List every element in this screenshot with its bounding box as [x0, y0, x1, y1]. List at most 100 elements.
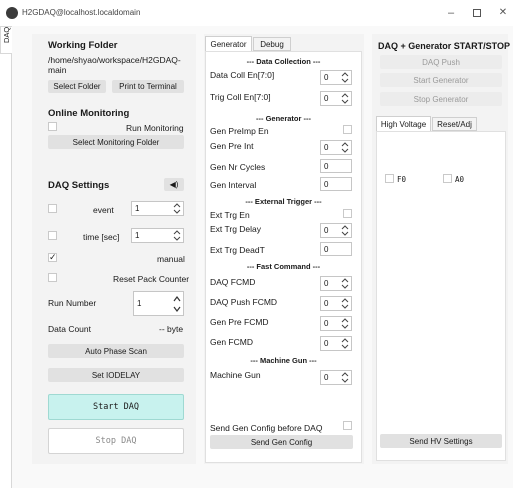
auto-phase-scan-button[interactable]: Auto Phase Scan	[48, 344, 184, 358]
data-coll-en-label: Data Coll En[7:0]	[210, 70, 275, 80]
spin-arrows-icon[interactable]	[173, 229, 181, 241]
speaker-icon: ◀)	[169, 180, 179, 189]
a0-checkbox[interactable]	[443, 174, 452, 183]
run-monitoring-checkbox[interactable]	[48, 122, 57, 131]
online-monitoring-title: Online Monitoring	[48, 108, 130, 119]
gen-interval-field[interactable]: 0	[320, 177, 352, 191]
daq-fcmd-value: 0	[324, 279, 329, 288]
reset-pack-counter-checkbox[interactable]	[48, 273, 57, 282]
right-panel-title: DAQ + Generator START/STOP	[378, 41, 510, 51]
side-tab-strip	[0, 26, 12, 488]
select-monitoring-folder-button[interactable]: Select Monitoring Folder	[48, 135, 184, 149]
select-folder-button[interactable]: Select Folder	[48, 80, 106, 93]
working-folder-title: Working Folder	[48, 40, 118, 51]
tab-reset-adj[interactable]: Reset/Adj	[432, 117, 477, 131]
send-gen-config-button[interactable]: Send Gen Config	[210, 435, 353, 449]
ext-trg-deadt-field[interactable]: 0	[320, 242, 352, 256]
close-icon[interactable]: ✕	[496, 6, 510, 20]
ext-trg-delay-label: Ext Trg Delay	[210, 224, 262, 234]
spin-arrows-icon[interactable]	[341, 224, 349, 236]
section-fast-command: --- Fast Command ---	[246, 262, 321, 271]
gen-nr-cycles-field[interactable]: 0	[320, 159, 352, 173]
manual-checkbox[interactable]	[48, 252, 57, 263]
gen-pre-fcmd-value: 0	[324, 319, 329, 328]
spin-arrows-icon[interactable]	[173, 295, 181, 313]
time-checkbox[interactable]	[48, 231, 57, 240]
reset-pack-counter-label: Reset Pack Counter	[113, 274, 190, 284]
daq-fcmd-spinbox[interactable]: 0	[320, 276, 352, 291]
daq-settings-title: DAQ Settings	[48, 180, 110, 191]
gen-preimp-en-label: Gen PreImp En	[210, 126, 269, 136]
f0-checkbox[interactable]	[385, 174, 394, 183]
send-gen-config-before-daq-label: Send Gen Config before DAQ	[210, 423, 323, 433]
event-value: 1	[135, 204, 140, 213]
gen-pre-fcmd-label: Gen Pre FCMD	[210, 317, 269, 327]
spin-arrows-icon[interactable]	[341, 71, 349, 83]
spin-arrows-icon[interactable]	[341, 317, 349, 329]
data-count-value: -- byte	[159, 324, 184, 334]
tab-high-voltage[interactable]: High Voltage	[376, 116, 431, 131]
daq-fcmd-label: DAQ FCMD	[210, 277, 256, 287]
generator-tab-content	[205, 51, 362, 463]
machine-gun-label: Machine Gun	[210, 370, 261, 380]
daq-push-button[interactable]: DAQ Push	[380, 55, 502, 69]
event-label: event	[93, 205, 114, 215]
spin-arrows-icon[interactable]	[341, 297, 349, 309]
section-generator: --- Generator ---	[256, 114, 311, 123]
spin-arrows-icon[interactable]	[173, 202, 181, 214]
app-icon	[6, 7, 18, 19]
spin-arrows-icon[interactable]	[341, 337, 349, 349]
time-spinbox[interactable]: 1	[131, 228, 184, 243]
ext-trg-en-label: Ext Trg En	[210, 210, 250, 220]
trig-coll-en-value: 0	[324, 94, 329, 103]
minimize-icon[interactable]: –	[444, 7, 458, 19]
a0-label: A0	[455, 175, 465, 184]
tab-debug[interactable]: Debug	[253, 37, 291, 51]
set-iodelay-button[interactable]: Set IODELAY	[48, 368, 184, 382]
machine-gun-spinbox[interactable]: 0	[320, 370, 352, 385]
machine-gun-value: 0	[324, 373, 329, 382]
time-label: time [sec]	[83, 232, 120, 242]
data-coll-en-spinbox[interactable]: 0	[320, 70, 352, 85]
time-value: 1	[135, 231, 140, 240]
run-number-spinbox[interactable]: 1	[133, 291, 184, 316]
gen-nr-cycles-label: Gen Nr Cycles	[210, 162, 266, 172]
spin-arrows-icon[interactable]	[341, 371, 349, 383]
daq-push-fcmd-spinbox[interactable]: 0	[320, 296, 352, 311]
run-number-value: 1	[137, 299, 142, 308]
tab-generator[interactable]: Generator	[205, 36, 252, 51]
spin-arrows-icon[interactable]	[341, 92, 349, 104]
daq-push-fcmd-label: DAQ Push FCMD	[210, 297, 278, 307]
stop-daq-button[interactable]: Stop DAQ	[48, 428, 184, 454]
ext-trg-delay-spinbox[interactable]: 0	[320, 223, 352, 238]
send-gen-config-before-daq-checkbox[interactable]	[343, 421, 352, 430]
gen-interval-label: Gen Interval	[210, 180, 257, 190]
start-generator-button[interactable]: Start Generator	[380, 73, 502, 87]
send-hv-settings-button[interactable]: Send HV Settings	[380, 434, 502, 448]
gen-fcmd-spinbox[interactable]: 0	[320, 336, 352, 351]
run-monitoring-label: Run Monitoring	[126, 123, 184, 133]
gen-pre-int-spinbox[interactable]: 0	[320, 140, 352, 155]
daq-push-fcmd-value: 0	[324, 299, 329, 308]
working-folder-path: /home/shyao/workspace/H2GDAQ-main	[48, 55, 181, 75]
event-spinbox[interactable]: 1	[131, 201, 184, 216]
spin-arrows-icon[interactable]	[341, 141, 349, 153]
gen-pre-fcmd-spinbox[interactable]: 0	[320, 316, 352, 331]
trig-coll-en-spinbox[interactable]: 0	[320, 91, 352, 106]
trig-coll-en-label: Trig Coll En[7:0]	[210, 92, 271, 102]
section-external-trigger: --- External Trigger ---	[245, 197, 322, 206]
side-tab-label: DAQ	[2, 26, 11, 43]
maximize-icon[interactable]	[470, 7, 484, 19]
ext-trg-en-checkbox[interactable]	[343, 209, 352, 218]
data-coll-en-value: 0	[324, 73, 329, 82]
event-checkbox[interactable]	[48, 204, 57, 213]
sound-button[interactable]: ◀)	[164, 178, 184, 191]
print-to-terminal-button[interactable]: Print to Terminal	[112, 80, 184, 93]
stop-generator-button[interactable]: Stop Generator	[380, 92, 502, 106]
data-count-label: Data Count	[48, 324, 91, 334]
spin-arrows-icon[interactable]	[341, 277, 349, 289]
high-voltage-tab-content	[376, 131, 506, 461]
start-daq-button[interactable]: Start DAQ	[48, 394, 184, 420]
gen-pre-int-label: Gen Pre Int	[210, 141, 254, 151]
gen-preimp-en-checkbox[interactable]	[343, 125, 352, 134]
